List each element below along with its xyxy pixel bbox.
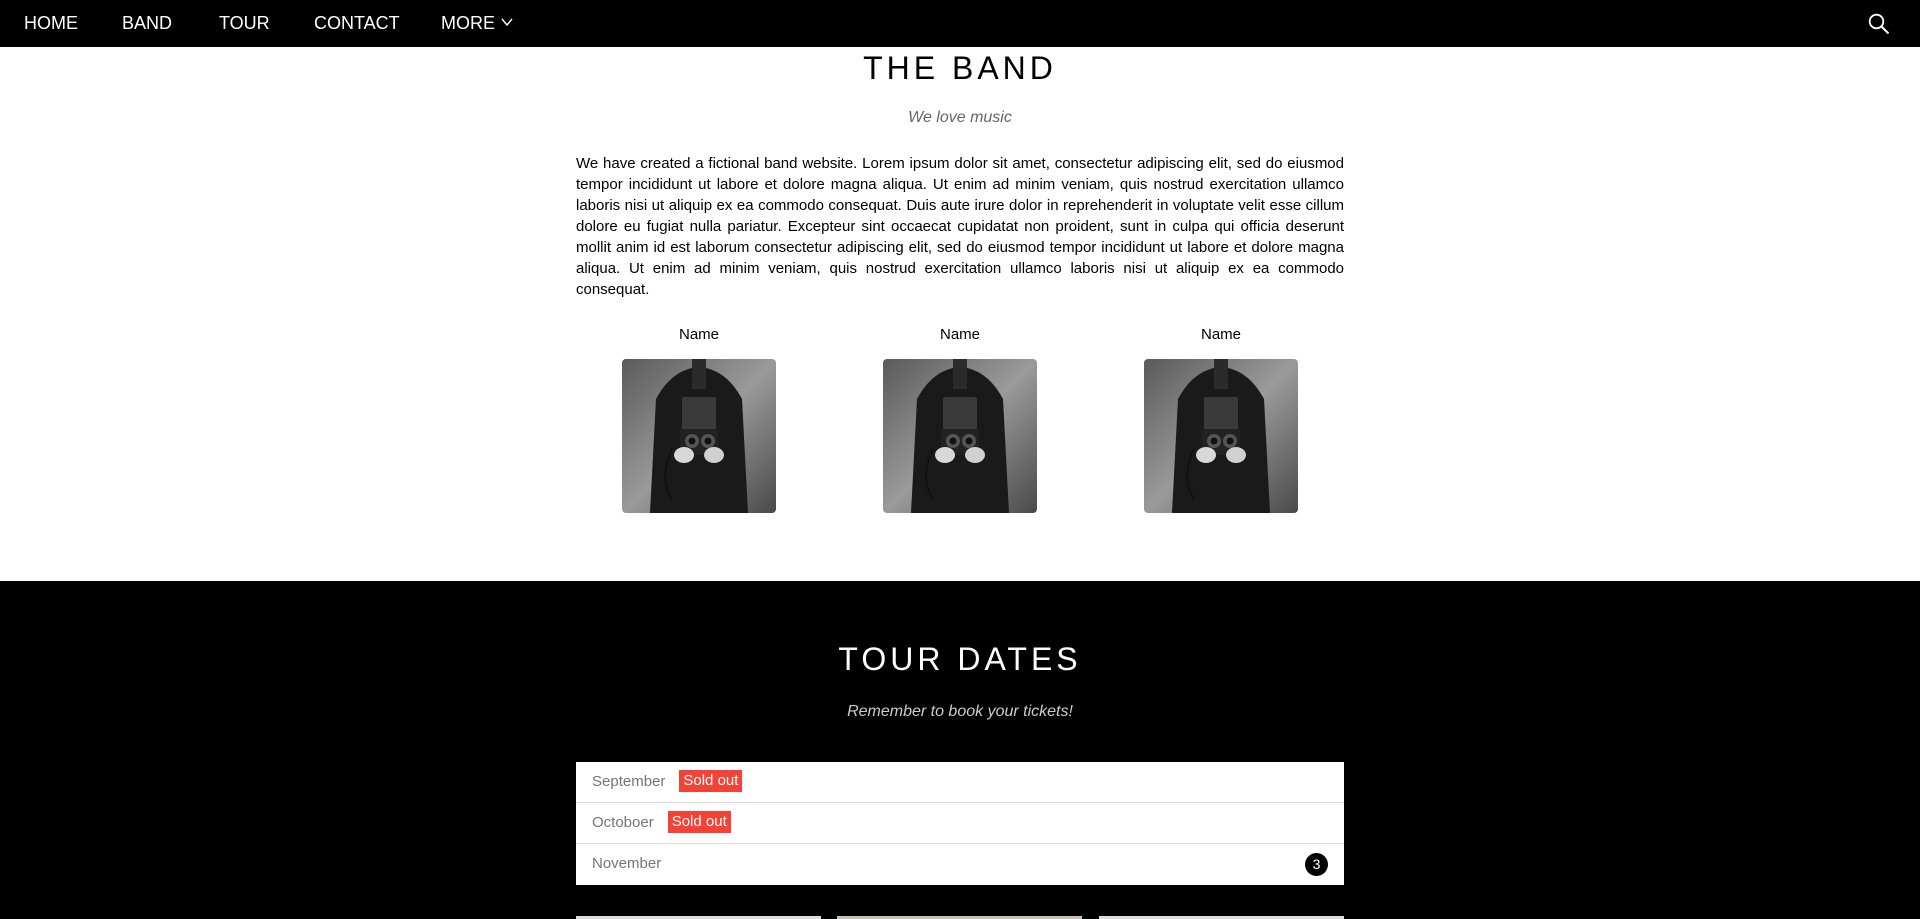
- tour-month: September: [592, 773, 666, 790]
- list-item: Octoboer Sold out: [576, 803, 1344, 844]
- tour-month: November: [592, 855, 662, 872]
- tour-subtitle: Remember to book your tickets!: [847, 703, 1073, 720]
- chevron-down-icon: [501, 18, 513, 27]
- search-icon[interactable]: [1867, 12, 1891, 36]
- member-name: Name: [1200, 326, 1241, 343]
- band-description: We have created a fictional band website…: [576, 155, 1344, 298]
- band-member-card: Name: [1144, 326, 1298, 513]
- band-section: THE BAND We love music We have created a…: [0, 47, 1920, 581]
- top-navigation-bar: HOME BAND TOUR CONTACT MORE: [0, 0, 1920, 47]
- tour-title: TOUR DATES: [838, 641, 1082, 677]
- tour-section: TOUR DATES Remember to book your tickets…: [0, 581, 1920, 919]
- sold-out-badge: Sold out: [679, 769, 743, 792]
- list-item: September Sold out: [576, 762, 1344, 803]
- ticket-count-badge: 3: [1305, 853, 1328, 876]
- band-member-card: Name: [883, 326, 1037, 513]
- member-name: Name: [678, 326, 719, 343]
- band-subtitle: We love music: [908, 109, 1012, 126]
- nav-home-link[interactable]: HOME: [24, 0, 78, 47]
- tour-dates-list: September Sold out Octoboer Sold out Novem…: [576, 762, 1344, 885]
- member-photo[interactable]: [883, 359, 1037, 513]
- nav-band-link[interactable]: BAND: [122, 0, 172, 47]
- band-member-card: Name: [622, 326, 776, 513]
- member-photo[interactable]: [622, 359, 776, 513]
- band-title: THE BAND: [863, 50, 1057, 86]
- nav-more-dropdown[interactable]: MORE: [441, 0, 514, 47]
- member-name: Name: [939, 326, 980, 343]
- sold-out-badge: Sold out: [667, 810, 731, 833]
- list-item: November 3: [576, 844, 1344, 885]
- nav-tour-link[interactable]: TOUR: [219, 0, 270, 47]
- nav-contact-link[interactable]: CONTACT: [314, 0, 400, 47]
- tour-month: Octoboer: [592, 814, 654, 831]
- nav-more-label: MORE: [441, 13, 495, 33]
- member-photo[interactable]: [1144, 359, 1298, 513]
